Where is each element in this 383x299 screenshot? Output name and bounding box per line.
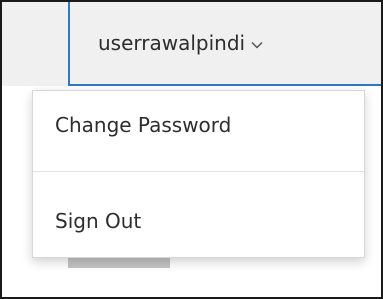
top-header-bar: userrawalpindi bbox=[68, 2, 381, 86]
sign-out-label: Sign Out bbox=[55, 209, 142, 233]
change-password-menu-item[interactable]: Change Password bbox=[33, 95, 364, 155]
username-label: userrawalpindi bbox=[98, 31, 246, 55]
user-dropdown-menu: Change Password Sign Out bbox=[32, 90, 365, 258]
left-header-panel bbox=[2, 2, 68, 86]
chevron-down-icon bbox=[251, 41, 263, 49]
change-password-label: Change Password bbox=[55, 113, 232, 137]
user-menu-toggle[interactable]: userrawalpindi bbox=[98, 2, 263, 84]
sign-out-menu-item[interactable]: Sign Out bbox=[33, 191, 364, 251]
background-button-edge bbox=[68, 258, 170, 268]
menu-divider bbox=[33, 171, 364, 172]
